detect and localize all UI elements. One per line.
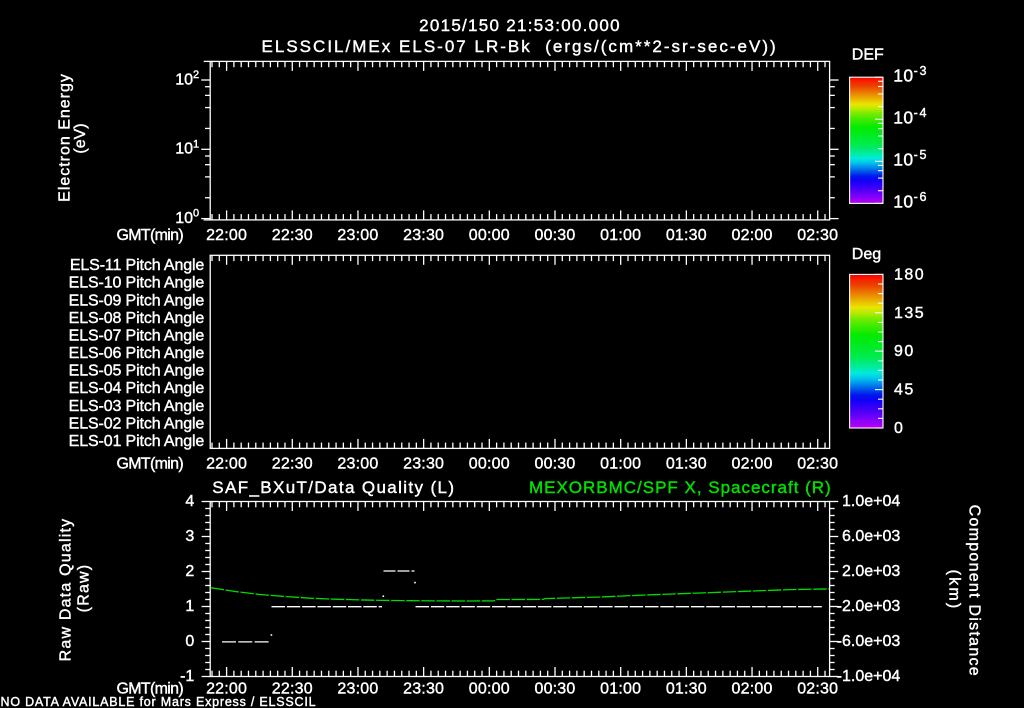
svg-text:(eV): (eV) (72, 123, 89, 153)
svg-text:22:00: 22:00 (206, 227, 247, 244)
svg-text:6.0e+03: 6.0e+03 (842, 528, 900, 545)
svg-text:ELS-05 Pitch Angle: ELS-05 Pitch Angle (69, 363, 205, 380)
svg-text:ELS-10 Pitch Angle: ELS-10 Pitch Angle (69, 275, 205, 292)
svg-text:2015/150 21:53:00.000: 2015/150 21:53:00.000 (419, 16, 621, 35)
svg-text:23:00: 23:00 (337, 456, 378, 473)
svg-text:2.0e+03: 2.0e+03 (842, 563, 900, 580)
svg-text:00:30: 00:30 (534, 456, 575, 473)
svg-text:02:00: 02:00 (732, 681, 773, 698)
svg-text:4: 4 (185, 493, 194, 510)
svg-text:02:30: 02:30 (797, 227, 838, 244)
svg-text:00:00: 00:00 (469, 456, 510, 473)
svg-text:135: 135 (894, 305, 925, 322)
svg-text:45: 45 (894, 382, 915, 399)
svg-text:ELS-06 Pitch Angle: ELS-06 Pitch Angle (69, 345, 205, 362)
svg-text:2: 2 (185, 563, 194, 580)
svg-text:01:30: 01:30 (666, 681, 707, 698)
svg-text:NO DATA AVAILABLE for Mars Exp: NO DATA AVAILABLE for Mars Express / ELS… (1, 695, 317, 708)
svg-text:ELS-03 Pitch Angle: ELS-03 Pitch Angle (69, 398, 205, 415)
svg-text:3: 3 (185, 528, 194, 545)
svg-text:22:30: 22:30 (272, 227, 313, 244)
svg-text:SAF_BXuT/Data Quality (L): SAF_BXuT/Data Quality (L) (212, 478, 455, 497)
svg-text:22:30: 22:30 (272, 456, 313, 473)
svg-text:00:00: 00:00 (469, 227, 510, 244)
svg-text:23:30: 23:30 (403, 456, 444, 473)
svg-text:(Raw): (Raw) (76, 564, 93, 613)
svg-text:00:30: 00:30 (534, 227, 575, 244)
svg-text:-2.0e+03: -2.0e+03 (837, 598, 901, 615)
svg-text:ELS-04 Pitch Angle: ELS-04 Pitch Angle (69, 380, 205, 397)
svg-text:23:00: 23:00 (337, 681, 378, 698)
svg-text:GMT(min): GMT(min) (116, 227, 183, 244)
svg-text:180: 180 (894, 266, 925, 283)
svg-text:ELSSCIL/MEx ELS-07 LR-Bk (erg: ELSSCIL/MEx ELS-07 LR-Bk (ergs/(cm**2-sr… (262, 37, 778, 56)
svg-text:Deg: Deg (852, 246, 881, 263)
svg-text:22:00: 22:00 (206, 456, 247, 473)
svg-text:01:00: 01:00 (600, 227, 641, 244)
svg-text:02:30: 02:30 (797, 456, 838, 473)
svg-text:ELS-07 Pitch Angle: ELS-07 Pitch Angle (69, 327, 205, 344)
svg-text:(km): (km) (946, 570, 963, 611)
svg-text:01:30: 01:30 (666, 227, 707, 244)
svg-text:-1.0e+04: -1.0e+04 (837, 668, 901, 685)
svg-text:01:00: 01:00 (600, 681, 641, 698)
svg-text:00:30: 00:30 (534, 681, 575, 698)
svg-text:ELS-01 Pitch Angle: ELS-01 Pitch Angle (69, 433, 205, 450)
svg-text:23:30: 23:30 (403, 227, 444, 244)
svg-text:-1: -1 (180, 668, 194, 685)
svg-text:ELS-08 Pitch Angle: ELS-08 Pitch Angle (69, 310, 205, 327)
svg-text:1.0e+04: 1.0e+04 (842, 493, 900, 510)
svg-text:-6.0e+03: -6.0e+03 (837, 633, 901, 650)
svg-text:ELS-02 Pitch Angle: ELS-02 Pitch Angle (69, 415, 205, 432)
svg-text:23:30: 23:30 (403, 681, 444, 698)
svg-text:0: 0 (894, 420, 904, 437)
svg-text:DEF: DEF (852, 47, 884, 64)
svg-text:Raw Data Quality: Raw Data Quality (58, 518, 75, 662)
svg-text:0: 0 (185, 633, 194, 650)
svg-text:ELS-11 Pitch Angle: ELS-11 Pitch Angle (70, 257, 205, 274)
svg-text:02:00: 02:00 (732, 227, 773, 244)
svg-text:01:30: 01:30 (666, 456, 707, 473)
svg-text:ELS-09 Pitch Angle: ELS-09 Pitch Angle (69, 292, 205, 309)
svg-text:02:00: 02:00 (732, 456, 773, 473)
svg-text:23:00: 23:00 (337, 227, 378, 244)
svg-text:00:00: 00:00 (469, 681, 510, 698)
svg-text:MEXORBMC/SPF X, Spacecraft (R): MEXORBMC/SPF X, Spacecraft (R) (529, 478, 832, 497)
svg-text:GMT(min): GMT(min) (116, 456, 183, 473)
svg-text:90: 90 (894, 343, 915, 360)
svg-text:Component Distance: Component Distance (966, 505, 983, 677)
svg-text:Electron Energy: Electron Energy (57, 73, 74, 202)
svg-text:01:00: 01:00 (600, 456, 641, 473)
svg-text:1: 1 (185, 598, 194, 615)
svg-text:02:30: 02:30 (797, 681, 838, 698)
